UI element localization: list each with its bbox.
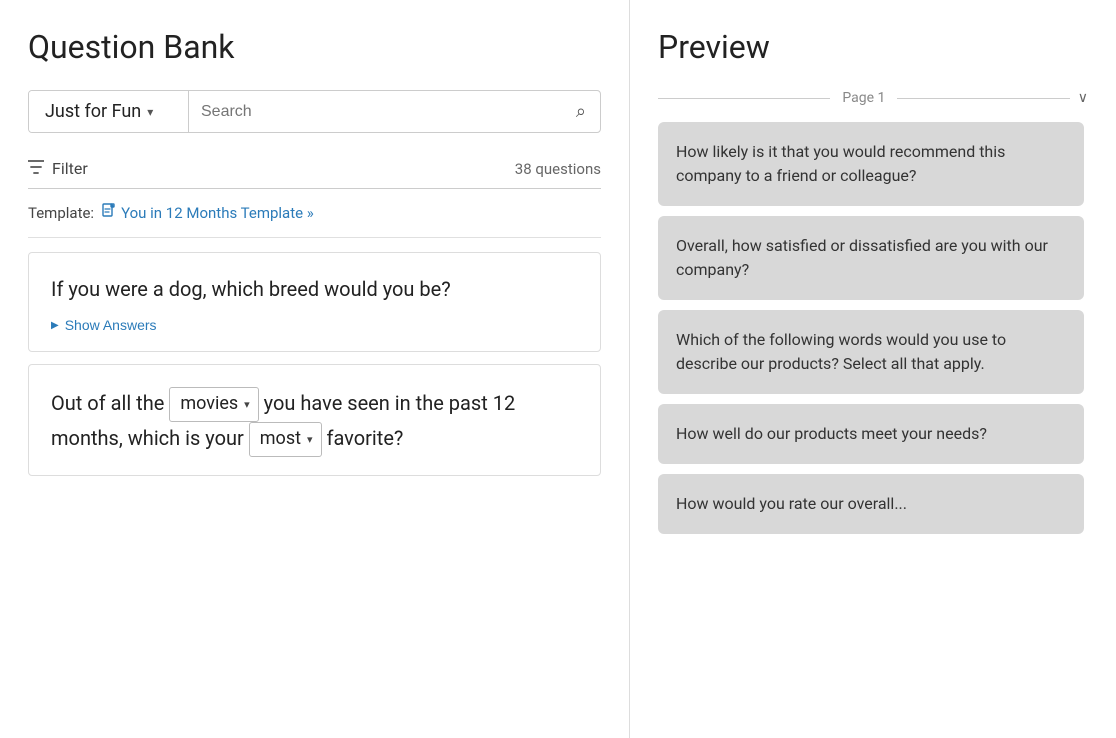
preview-question-2: Overall, how satisfied or dissatisfied a… xyxy=(658,216,1084,300)
search-input-wrapper xyxy=(189,91,564,132)
preview-question-4: How well do our products meet your needs… xyxy=(658,404,1084,464)
page-title: Question Bank xyxy=(28,28,601,66)
show-answers-button[interactable]: ▶ Show Answers xyxy=(51,317,157,333)
search-bar: Just for Fun ▾ ⌕ xyxy=(28,90,601,133)
page-line-left xyxy=(658,98,830,99)
preview-question-text-5: How would you rate our overall... xyxy=(676,492,1066,516)
left-panel: Question Bank Just for Fun ▾ ⌕ Filter 38… xyxy=(0,0,630,738)
preview-questions-list: How likely is it that you would recommen… xyxy=(658,122,1088,738)
preview-question-text-4: How well do our products meet your needs… xyxy=(676,422,1066,446)
page-indicator: Page 1 ∨ xyxy=(658,90,1088,106)
page-label: Page 1 xyxy=(830,90,897,106)
category-dropdown-arrow: ▾ xyxy=(147,105,153,119)
preview-title: Preview xyxy=(658,28,1088,66)
filter-icon xyxy=(28,160,44,178)
preview-question-text-3: Which of the following words would you u… xyxy=(676,328,1066,376)
question-count: 38 questions xyxy=(515,160,601,178)
inline-dropdown-movies-value: movies xyxy=(180,390,238,419)
filter-row: Filter 38 questions xyxy=(28,149,601,189)
page-chevron-icon[interactable]: ∨ xyxy=(1078,90,1088,106)
category-label: Just for Fun xyxy=(45,101,141,122)
template-prefix: Template: xyxy=(28,204,94,222)
preview-question-text-1: How likely is it that you would recommen… xyxy=(676,140,1066,188)
inline-dropdown-most-arrow: ▾ xyxy=(307,431,313,449)
inline-dropdown-most[interactable]: most ▾ xyxy=(249,422,322,457)
inline-dropdown-movies-arrow: ▾ xyxy=(244,396,250,414)
template-link[interactable]: You in 12 Months Template » xyxy=(102,203,314,223)
preview-question-1: How likely is it that you would recommen… xyxy=(658,122,1084,206)
inline-dropdown-most-value: most xyxy=(260,425,301,454)
inline-text-3: favorite? xyxy=(327,426,404,450)
inline-text-1: Out of all the xyxy=(51,391,169,415)
template-doc-icon xyxy=(102,203,116,223)
inline-dropdown-movies[interactable]: movies ▾ xyxy=(169,387,258,422)
show-answers-arrow-icon: ▶ xyxy=(51,320,59,331)
template-row: Template: You in 12 Months Template » xyxy=(28,203,601,238)
page-line-right xyxy=(897,98,1069,99)
search-icon-wrapper: ⌕ xyxy=(564,91,600,132)
question-inline-2: Out of all the movies ▾ you have seen in… xyxy=(51,387,578,457)
template-link-text: You in 12 Months Template » xyxy=(121,204,314,222)
questions-list: If you were a dog, which breed would you… xyxy=(28,252,601,738)
preview-question-5: How would you rate our overall... xyxy=(658,474,1084,534)
preview-question-text-2: Overall, how satisfied or dissatisfied a… xyxy=(676,234,1066,282)
right-panel: Preview Page 1 ∨ How likely is it that y… xyxy=(630,0,1116,738)
search-icon[interactable]: ⌕ xyxy=(576,101,586,122)
question-card-1: If you were a dog, which breed would you… xyxy=(28,252,601,352)
show-answers-label: Show Answers xyxy=(65,317,157,333)
question-text-1: If you were a dog, which breed would you… xyxy=(51,275,578,303)
filter-button[interactable]: Filter xyxy=(28,159,88,178)
question-card-2: Out of all the movies ▾ you have seen in… xyxy=(28,364,601,476)
preview-question-3: Which of the following words would you u… xyxy=(658,310,1084,394)
category-dropdown[interactable]: Just for Fun ▾ xyxy=(29,91,189,132)
filter-label: Filter xyxy=(52,159,88,178)
search-input[interactable] xyxy=(201,103,552,121)
